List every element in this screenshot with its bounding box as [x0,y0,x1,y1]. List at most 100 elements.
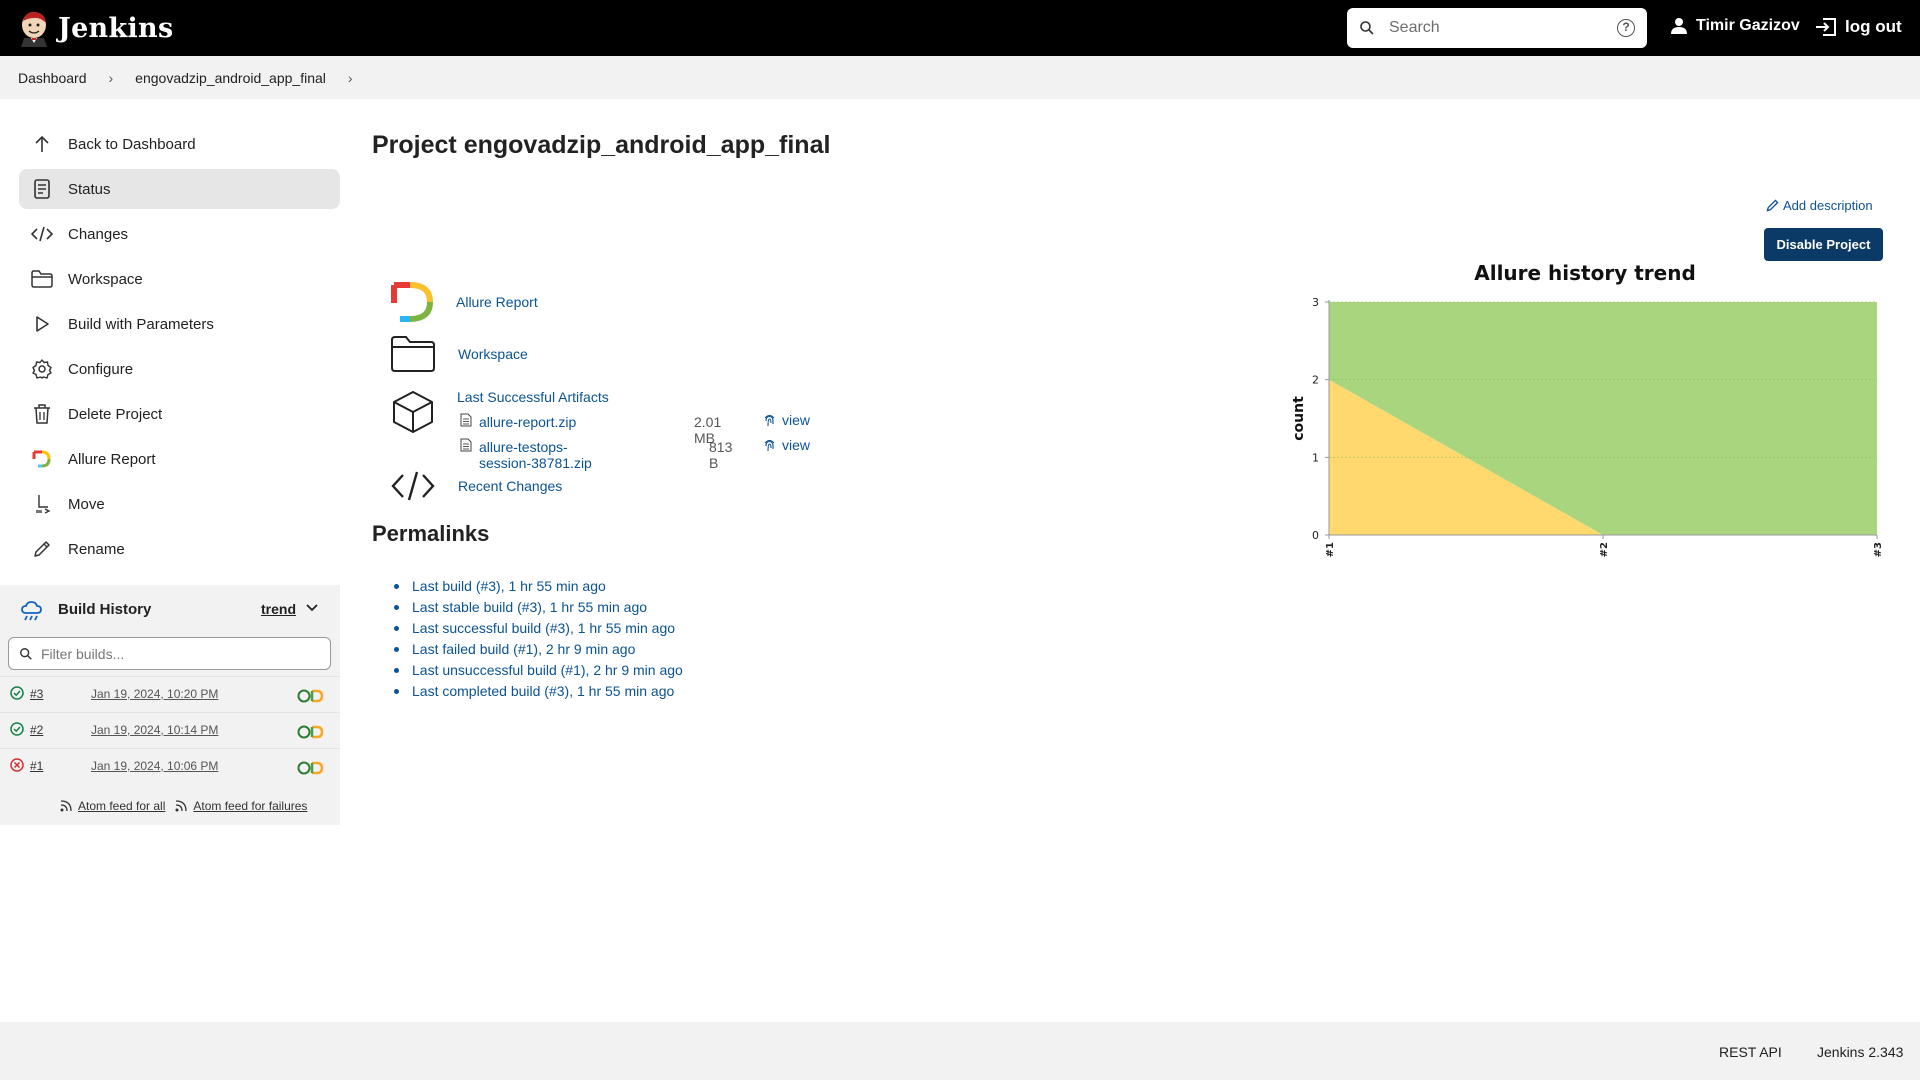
user-menu[interactable]: Timir Gazizov [1670,17,1800,35]
workspace-link[interactable]: Workspace [458,346,528,362]
help-icon[interactable]: ? [1617,19,1635,37]
permalink-last-build[interactable]: Last build (#3), 1 hr 55 min ago [412,578,606,594]
disable-project-button[interactable]: Disable Project [1764,228,1883,261]
artifact-size: 813 B [709,439,733,471]
permalink-last-stable-build[interactable]: Last stable build (#3), 1 hr 55 min ago [412,599,647,615]
allure-icon [31,448,53,470]
trend-link[interactable]: trend [261,601,296,617]
sidebar-item-changes[interactable]: Changes [19,214,340,254]
build-row: #2 Jan 19, 2024, 10:14 PM [0,712,340,748]
artifact-file-link[interactable]: allure-report.zip [479,414,576,430]
chevron-right-icon[interactable]: › [348,70,353,86]
artifact-file-link[interactable]: allure-testops-session-38781.zip [479,439,609,471]
sidebar-item-label: Move [68,495,105,513]
file-icon [460,438,472,452]
jenkins-butler-icon [21,11,47,47]
user-name: Timir Gazizov [1696,17,1800,34]
rest-api-link[interactable]: REST API [1719,1044,1782,1060]
build-date-link[interactable]: Jan 19, 2024, 10:06 PM [91,759,218,773]
sidebar-item-label: Delete Project [68,405,163,423]
sidebar-item-status[interactable]: Status [19,169,340,209]
filter-builds-box[interactable] [8,637,331,670]
permalink-last-successful-build[interactable]: Last successful build (#3), 1 hr 55 min … [412,620,675,636]
artifact-view-link[interactable]: view [782,437,810,453]
sidebar-item-allure-report[interactable]: Allure Report [19,439,340,479]
arrow-up-icon [31,133,53,155]
user-icon [1671,18,1687,34]
chevron-down-icon[interactable] [305,603,319,613]
jenkins-logo[interactable]: Jenkins [18,9,173,47]
sidebar-item-workspace[interactable]: Workspace [19,259,340,299]
search-icon [20,647,32,660]
atom-feeds: Atom feed for all Atom feed for failures [60,799,307,813]
sidebar-item-build-with-parameters[interactable]: Build with Parameters [19,304,340,344]
logout-link[interactable]: log out [1815,17,1902,37]
permalink-last-failed-build[interactable]: Last failed build (#1), 2 hr 9 min ago [412,641,635,657]
logout-label: log out [1845,17,1902,36]
success-status-icon [10,722,24,736]
sidebar-item-label: Workspace [68,270,143,288]
build-row: #1 Jan 19, 2024, 10:06 PM [0,748,340,784]
folder-icon [31,268,53,290]
chart-y-tick-label: 1 [1312,451,1319,464]
permalink-item: Last completed build (#3), 1 hr 55 min a… [394,683,683,704]
build-history-panel: Build History trend #3 Jan 19, 2024, 10:… [0,585,340,825]
breadcrumb-dashboard[interactable]: Dashboard [18,70,87,86]
build-number-link[interactable]: #2 [30,723,43,737]
artifact-view-link[interactable]: view [782,412,810,428]
sidebar-item-delete-project[interactable]: Delete Project [19,394,340,434]
allure-report-link[interactable]: Allure Report [456,294,538,310]
logout-icon [1816,18,1836,36]
add-description-link[interactable]: Add description [1766,198,1873,213]
app-name: Jenkins [58,12,174,44]
fingerprint-icon[interactable] [763,438,776,453]
permalink-item: Last unsuccessful build (#1), 2 hr 9 min… [394,662,683,683]
success-status-icon [10,686,24,700]
sidebar-item-label: Allure Report [68,450,156,468]
code-icon [391,471,435,501]
breadcrumb-project[interactable]: engovadzip_android_app_final [135,70,326,86]
rss-icon [175,800,188,812]
sidebar-item-label: Back to Dashboard [68,135,196,153]
atom-feed-failures-link[interactable]: Atom feed for failures [193,799,307,813]
code-icon [31,223,53,245]
search-input[interactable] [1389,19,1609,37]
chart-title: Allure history trend [1474,261,1696,285]
document-icon [31,178,53,200]
file-icon [460,413,472,427]
chart-y-axis-label: count [1291,396,1307,441]
permalink-item: Last build (#3), 1 hr 55 min ago [394,578,683,599]
permalink-last-completed-build[interactable]: Last completed build (#3), 1 hr 55 min a… [412,683,674,699]
search-box[interactable]: ? [1347,8,1647,48]
filter-builds-input[interactable] [41,645,321,662]
rss-icon [60,800,72,812]
last-successful-artifacts-link[interactable]: Last Successful Artifacts [457,389,609,405]
atom-feed-all-link[interactable]: Atom feed for all [78,799,165,813]
fingerprint-icon[interactable] [763,413,776,428]
sidebar-item-rename[interactable]: Rename [19,529,340,569]
failed-status-icon [10,758,24,772]
permalink-item: Last successful build (#3), 1 hr 55 min … [394,620,683,641]
artifact-view: view [763,412,810,428]
pencil-icon [31,538,53,560]
recent-changes-link[interactable]: Recent Changes [458,478,562,494]
allure-icon[interactable] [297,689,327,703]
sidebar-item-back-to-dashboard[interactable]: Back to Dashboard [19,124,340,164]
sidebar-item-label: Configure [68,360,134,378]
allure-history-trend-chart[interactable]: Allure history trend 0 1 2 3 #1 #2 #3 count [1285,258,1885,563]
allure-icon[interactable] [297,761,327,775]
build-date-link[interactable]: Jan 19, 2024, 10:14 PM [91,723,218,737]
allure-icon[interactable] [297,725,327,739]
sidebar-item-configure[interactable]: Configure [19,349,340,389]
gear-icon [31,358,53,380]
build-number-link[interactable]: #1 [30,759,43,773]
build-number-link[interactable]: #3 [30,687,43,701]
chart-x-tick-label: #2 [1599,542,1610,557]
artifact-row: allure-testops-session-38781.zip 813 B v… [457,436,810,471]
sidebar-item-move[interactable]: Move [19,484,340,524]
build-date-link[interactable]: Jan 19, 2024, 10:20 PM [91,687,218,701]
build-history-title: Build History [58,600,152,618]
permalink-last-unsuccessful-build[interactable]: Last unsuccessful build (#1), 2 hr 9 min… [412,662,683,678]
jenkins-version-link[interactable]: Jenkins 2.343 [1817,1044,1903,1060]
chevron-right-icon: › [108,69,114,86]
